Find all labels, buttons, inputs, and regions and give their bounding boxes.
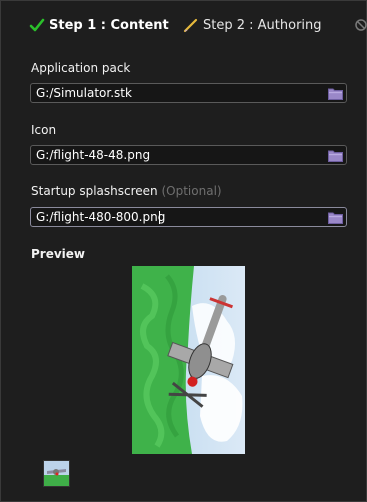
splash-label: Startup splashscreen (Optional) <box>31 184 222 198</box>
step-authoring[interactable]: Step 2 : Authoring <box>183 17 322 33</box>
folder-icon[interactable] <box>328 87 343 100</box>
preview-label: Preview <box>31 247 86 261</box>
step-content[interactable]: Step 1 : Content <box>29 17 169 33</box>
app-pack-label: Application pack <box>31 61 131 75</box>
app-pack-field[interactable] <box>30 83 347 103</box>
optional-note: (Optional) <box>161 184 222 198</box>
pencil-icon <box>183 18 198 33</box>
checkmark-icon <box>29 18 45 32</box>
app-pack-input[interactable] <box>36 84 326 102</box>
splash-label-text: Startup splashscreen <box>31 184 158 198</box>
icon-preview-thumbnail <box>43 460 70 487</box>
text-caret <box>159 211 160 224</box>
step-authoring-label: Step 2 : Authoring <box>203 17 322 33</box>
step-next[interactable] <box>353 17 367 33</box>
step-content-label: Step 1 : Content <box>49 17 169 33</box>
splash-field[interactable] <box>30 207 347 227</box>
splash-input[interactable] <box>36 208 326 226</box>
steps-bar: Step 1 : Content Step 2 : Authoring <box>29 17 367 37</box>
step-pending-icon <box>355 19 367 31</box>
wizard-panel: Step 1 : Content Step 2 : Authoring Appl… <box>0 0 367 502</box>
splash-preview-image <box>132 266 245 454</box>
folder-icon[interactable] <box>328 149 343 162</box>
folder-icon[interactable] <box>328 211 343 224</box>
icon-field[interactable] <box>30 145 347 165</box>
icon-label: Icon <box>31 123 57 137</box>
icon-input[interactable] <box>36 146 326 164</box>
